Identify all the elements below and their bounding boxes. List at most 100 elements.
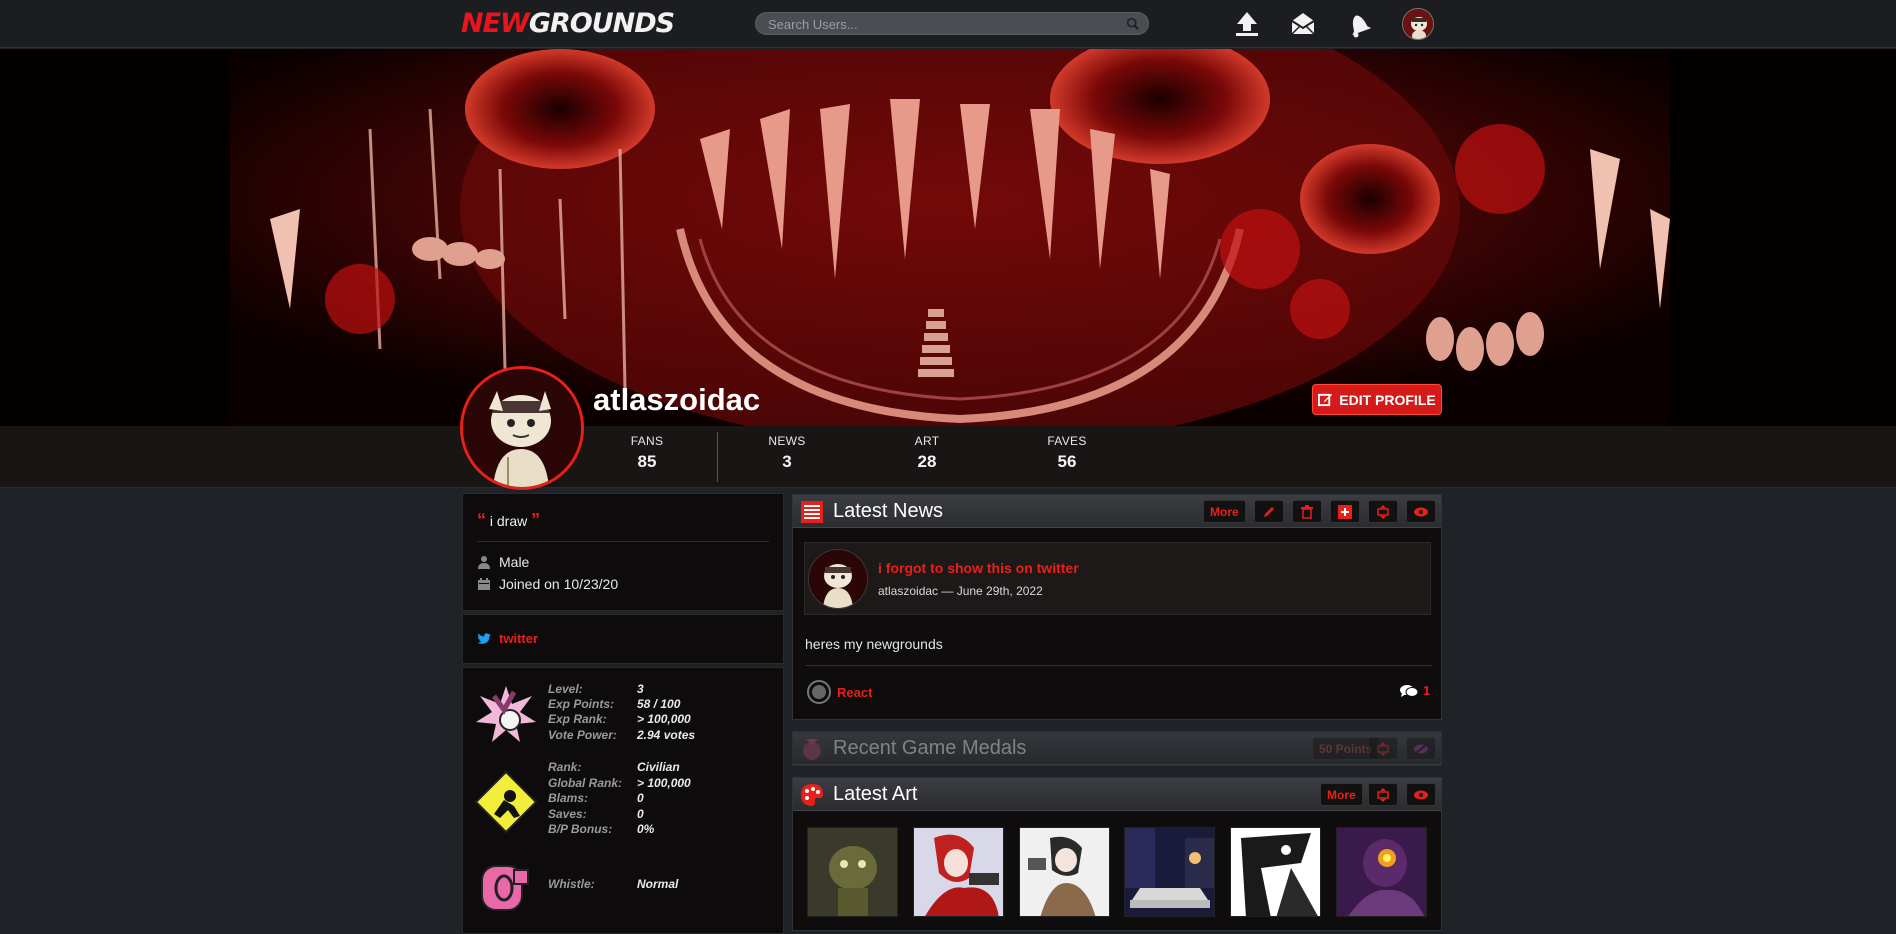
news-post-title[interactable]: i forgot to show this on twitter — [878, 560, 1079, 576]
stat-news-label: NEWS — [768, 434, 806, 448]
news-add-button[interactable] — [1330, 500, 1360, 523]
exp-rank-value: > 100,000 — [637, 712, 691, 726]
banner-artwork — [0, 49, 1896, 426]
edit-profile-button[interactable]: EDIT PROFILE — [1312, 384, 1442, 415]
news-post-divider — [805, 665, 1432, 666]
latest-art-header: Latest Art More — [793, 778, 1441, 811]
bp-bonus-value: 0% — [637, 822, 655, 836]
saves-value: 0 — [637, 807, 644, 821]
eye-slash-icon — [1414, 742, 1428, 755]
pencil-icon — [1264, 506, 1274, 517]
level-value: 3 — [637, 682, 644, 696]
bp-bonus-key: B/P Bonus: — [548, 822, 613, 836]
eye-icon — [1414, 790, 1428, 799]
art-thumbnail-image — [1020, 828, 1109, 916]
art-thumbnail[interactable] — [1124, 827, 1215, 917]
whistle-icon — [481, 865, 529, 911]
whistle-value: Normal — [637, 877, 679, 891]
profile-banner — [0, 49, 1896, 426]
exp-points-value: 58 / 100 — [637, 697, 681, 711]
art-visibility-button[interactable] — [1406, 783, 1436, 806]
gender-text: Male — [499, 554, 530, 570]
newgrounds-logo[interactable]: NEWGROUNDS — [461, 8, 675, 39]
news-post-header — [804, 542, 1431, 615]
stat-fans-value: 85 — [637, 452, 657, 471]
news-more-button[interactable]: More — [1203, 500, 1246, 523]
notification-bell-icon[interactable] — [1344, 9, 1374, 39]
mail-icon[interactable] — [1288, 9, 1318, 39]
recent-game-medals-title: Recent Game Medals — [833, 737, 1027, 759]
art-thumbnail-image — [1231, 828, 1320, 916]
recent-game-medals-card: Recent Game Medals 50 Points — [792, 731, 1442, 766]
art-thumbnail-image — [1337, 828, 1426, 916]
news-move-button[interactable] — [1368, 500, 1398, 523]
rank-key: Rank: — [548, 760, 582, 774]
eye-icon — [1414, 507, 1428, 516]
stat-news[interactable]: NEWS 3 — [747, 434, 827, 472]
calendar-icon — [478, 578, 490, 590]
news-delete-button[interactable] — [1292, 500, 1322, 523]
search-users-input[interactable] — [768, 15, 1118, 33]
comments-icon — [1400, 684, 1418, 697]
art-thumbnail[interactable] — [1230, 827, 1321, 917]
art-thumbnail[interactable] — [807, 827, 898, 917]
about-divider — [477, 541, 769, 542]
news-edit-button[interactable] — [1254, 500, 1284, 523]
user-icon — [478, 556, 490, 569]
art-move-button[interactable] — [1368, 783, 1398, 806]
move-icon — [1377, 504, 1389, 519]
level-badge-icon — [476, 686, 536, 742]
stat-art[interactable]: ART 28 — [887, 434, 967, 472]
twitter-icon — [477, 632, 491, 644]
open-quote-icon: “ — [477, 510, 486, 530]
twitter-link[interactable]: twitter — [477, 631, 538, 646]
global-rank-value: > 100,000 — [637, 776, 691, 790]
react-icon — [807, 680, 831, 704]
stat-fans-label: FANS — [630, 434, 664, 448]
edit-profile-label: EDIT PROFILE — [1339, 391, 1436, 408]
global-rank-key: Global Rank: — [548, 776, 623, 790]
vote-power-value: 2.94 votes — [637, 728, 696, 742]
art-more-button[interactable]: More — [1320, 783, 1363, 806]
user-menu-avatar[interactable] — [1402, 8, 1434, 40]
stat-art-label: ART — [914, 434, 940, 448]
exp-points-key: Exp Points: — [548, 697, 615, 711]
profile-avatar-image — [463, 369, 581, 487]
quote-text: i draw — [489, 513, 528, 529]
medals-move-button[interactable] — [1368, 737, 1398, 760]
medal-icon — [803, 739, 821, 760]
logo-grounds-text: GROUNDS — [528, 8, 675, 39]
rank-badge-icon — [474, 770, 538, 834]
medals-hidden-button[interactable] — [1406, 737, 1436, 760]
stat-faves[interactable]: FAVES 56 — [1027, 434, 1107, 472]
react-label: React — [837, 684, 873, 700]
stat-news-value: 3 — [782, 452, 792, 471]
joined-row: Joined on 10/23/20 — [477, 576, 618, 592]
vote-power-key: Vote Power: — [548, 728, 617, 742]
comments-button[interactable]: 1 — [1400, 683, 1430, 698]
close-quote-icon: ” — [531, 510, 541, 530]
latest-art-title: Latest Art — [833, 783, 918, 805]
upload-icon[interactable] — [1232, 9, 1262, 39]
react-button[interactable]: React — [807, 680, 872, 704]
move-icon — [1377, 787, 1389, 802]
art-thumbnail[interactable] — [1019, 827, 1110, 917]
twitter-link-label: twitter — [499, 631, 538, 646]
news-visibility-button[interactable] — [1406, 500, 1436, 523]
avatar-image — [1403, 9, 1433, 39]
art-thumbnail[interactable] — [913, 827, 1004, 917]
art-thumbnail-image — [808, 828, 897, 916]
profile-avatar[interactable] — [460, 366, 584, 490]
latest-news-header: Latest News More — [793, 495, 1441, 528]
profile-stats-bar: FANS 85 NEWS 3 ART 28 FAVES 56 — [0, 426, 1896, 488]
search-icon[interactable] — [1126, 17, 1140, 31]
news-post-avatar[interactable] — [808, 549, 868, 609]
art-thumbnail[interactable] — [1336, 827, 1427, 917]
art-thumbnail-image — [914, 828, 1003, 916]
stats-divider — [717, 432, 718, 482]
recent-game-medals-header: Recent Game Medals 50 Points — [793, 732, 1441, 765]
stat-fans[interactable]: FANS 85 — [607, 434, 687, 472]
saves-key: Saves: — [548, 807, 587, 821]
comments-count: 1 — [1423, 683, 1431, 698]
stat-faves-value: 56 — [1057, 452, 1077, 471]
